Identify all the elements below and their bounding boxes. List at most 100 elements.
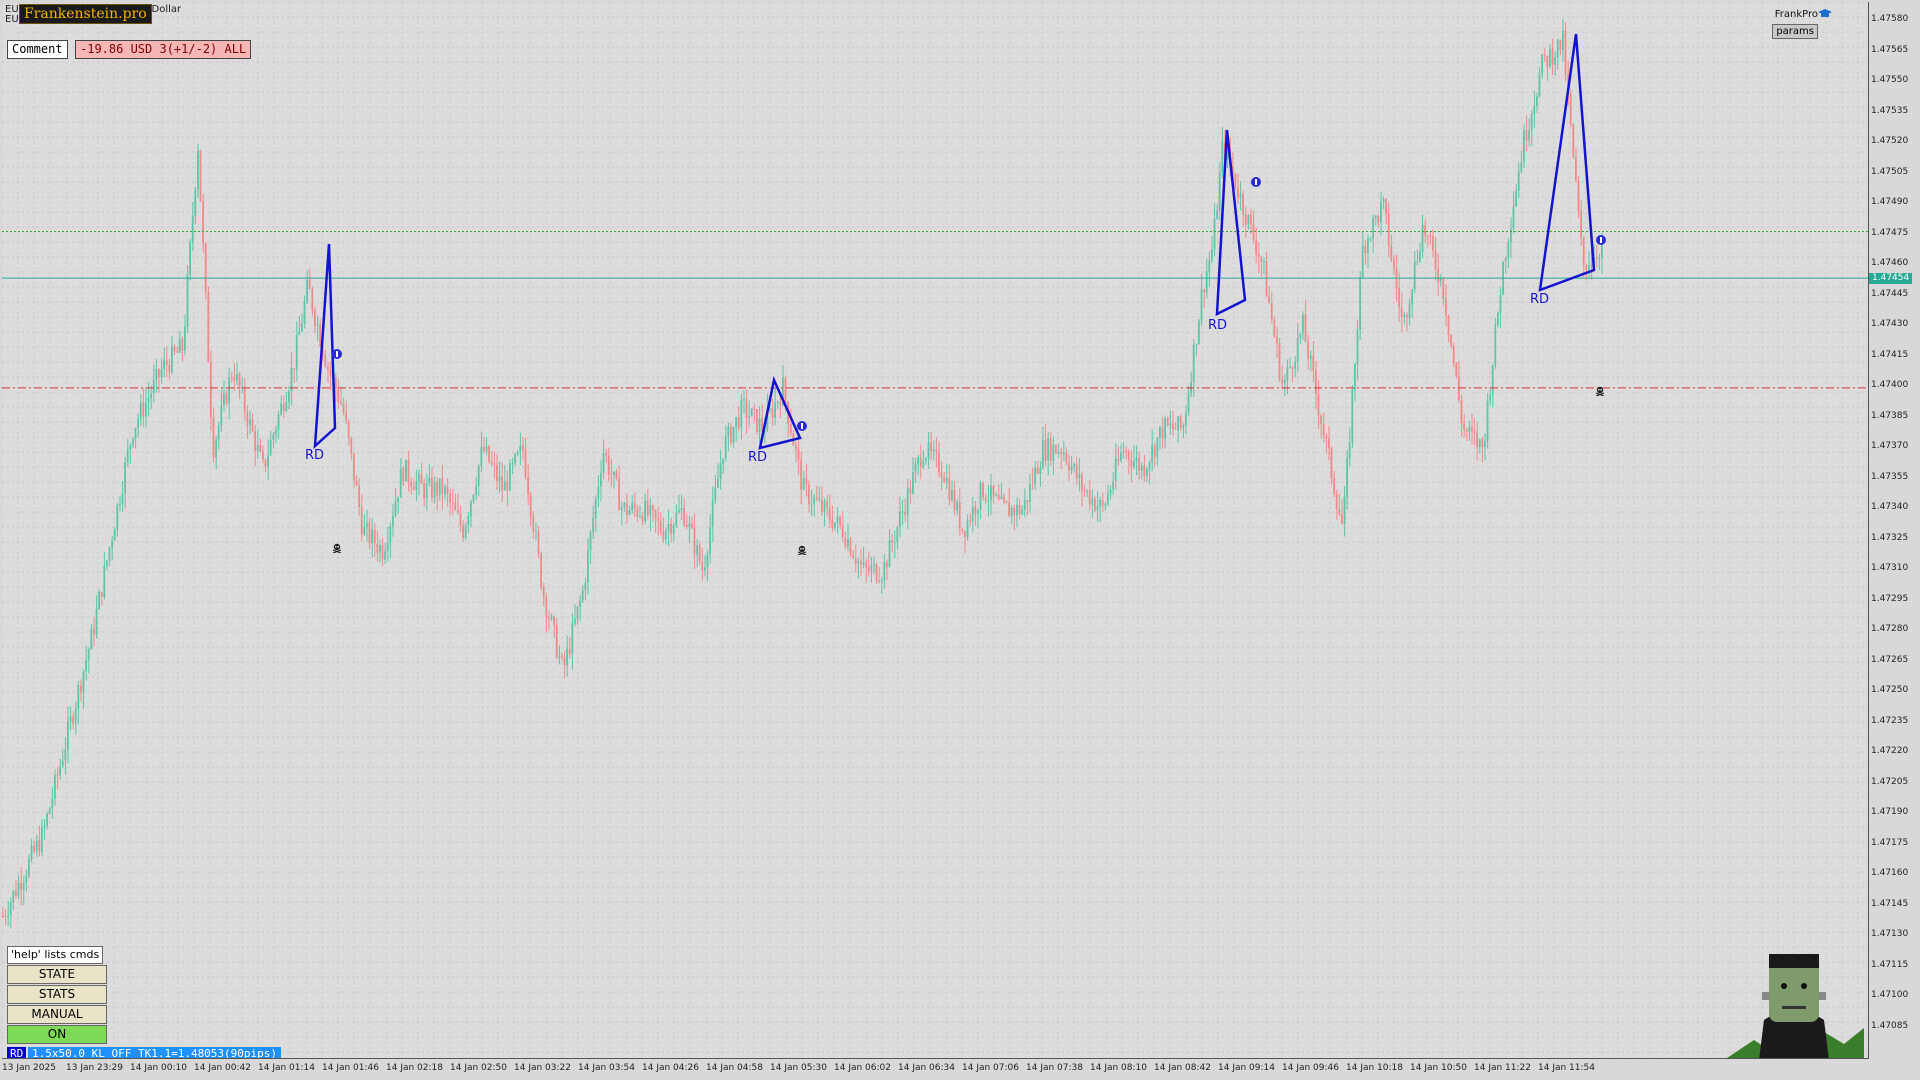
candle-body [581, 590, 584, 601]
candle-body [449, 493, 451, 503]
candle-body [371, 529, 373, 544]
candle-body [1174, 428, 1177, 430]
candle-body [1143, 465, 1146, 477]
candle-body [834, 522, 836, 529]
candle-body [597, 486, 600, 499]
candle-body [360, 506, 363, 535]
time-tick-label: 14 Jan 04:58 [706, 1063, 763, 1073]
rd-label: RD [748, 450, 768, 465]
price-tick-label: 1.47550 [1871, 75, 1909, 85]
candle-body [912, 472, 914, 494]
candle-body [672, 525, 675, 534]
candle-body [1582, 237, 1585, 265]
candle-body [306, 279, 308, 302]
candle-body [545, 596, 548, 617]
candle-body [67, 721, 69, 750]
candle-body [1109, 489, 1112, 494]
candle-body [1088, 490, 1091, 505]
candle-body [1346, 458, 1348, 497]
candle-body [1203, 289, 1205, 293]
candle-body [363, 526, 366, 535]
candle-body [922, 460, 925, 468]
candle-body [1465, 429, 1468, 432]
candle-body [1062, 452, 1065, 455]
candle-body [451, 502, 454, 504]
candle-body [376, 544, 379, 553]
candle-body [282, 403, 285, 411]
candle-body [1104, 504, 1107, 507]
marker-glyph [801, 423, 803, 429]
candle-body [527, 477, 529, 495]
time-tick-label: 14 Jan 08:42 [1154, 1063, 1211, 1073]
candle-body [113, 529, 116, 541]
candle-body [462, 525, 464, 538]
frankpro-label: FrankPro [1774, 9, 1818, 20]
price-tick-label: 1.47520 [1871, 136, 1909, 146]
candle-body [436, 482, 438, 496]
stats-button[interactable]: STATS [7, 985, 107, 1004]
state-button[interactable]: STATE [7, 965, 107, 984]
price-chart[interactable] [2, 2, 1868, 1058]
candle-body [1276, 336, 1278, 344]
price-tick-label: 1.47295 [1871, 593, 1909, 604]
candle-body [329, 369, 332, 376]
candle-body [1341, 514, 1343, 525]
candle-body [98, 592, 100, 610]
candle-body [493, 463, 496, 465]
candle-body [854, 558, 857, 564]
candle-body [477, 465, 480, 487]
candle-body [932, 449, 935, 452]
candle-body [269, 439, 272, 456]
candle-body [951, 489, 953, 501]
candle-body [41, 827, 43, 853]
chart-area[interactable]: EU EU n Dollar Frankenstein.pro Comment … [2, 2, 1869, 1059]
candle-body [709, 527, 711, 555]
candle-body [1408, 304, 1411, 318]
candle-body [626, 503, 628, 515]
candle-body [1406, 314, 1408, 318]
candle-body [1179, 416, 1182, 428]
candle-body [1185, 412, 1187, 426]
skull-icon [797, 545, 807, 555]
brand-logo[interactable]: Frankenstein.pro [19, 4, 152, 24]
candle-body [54, 774, 56, 799]
candle-body [324, 355, 327, 367]
candle-body [1437, 269, 1439, 282]
candle-body [841, 524, 844, 538]
candle-body [548, 616, 550, 619]
candle-body [1031, 483, 1034, 485]
candle-body [964, 530, 966, 538]
params-button[interactable]: params [1772, 24, 1818, 39]
candle-body [1216, 210, 1218, 219]
candle-body [186, 275, 189, 327]
candle-body [1135, 457, 1138, 462]
candle-body [17, 882, 20, 896]
candle-body [459, 512, 462, 526]
candle-body [711, 500, 714, 528]
candle-body [1081, 474, 1083, 491]
candle-body [1361, 245, 1364, 278]
candle-body [797, 449, 800, 460]
candle-body [1530, 114, 1533, 131]
on-button[interactable]: ON [7, 1025, 107, 1044]
candle-body [1065, 452, 1068, 463]
skull-icon [332, 543, 342, 553]
candle-body [298, 331, 301, 335]
candle-body [1278, 343, 1281, 379]
time-tick-label: 14 Jan 03:22 [514, 1063, 571, 1073]
candle-body [1473, 431, 1476, 434]
candle-body [815, 497, 818, 500]
candle-body [1039, 468, 1042, 475]
candle-body [886, 562, 888, 568]
candle-body [509, 463, 511, 491]
candle-body [683, 507, 685, 525]
candle-body [654, 509, 657, 519]
candle-body [1541, 54, 1543, 75]
candle-body [1445, 298, 1447, 316]
candle-body [1169, 423, 1172, 426]
candle-body [1255, 239, 1257, 255]
manual-button[interactable]: MANUAL [7, 1005, 107, 1024]
candle-body [176, 351, 178, 353]
candle-body [134, 427, 137, 439]
candle-body [1294, 362, 1296, 369]
